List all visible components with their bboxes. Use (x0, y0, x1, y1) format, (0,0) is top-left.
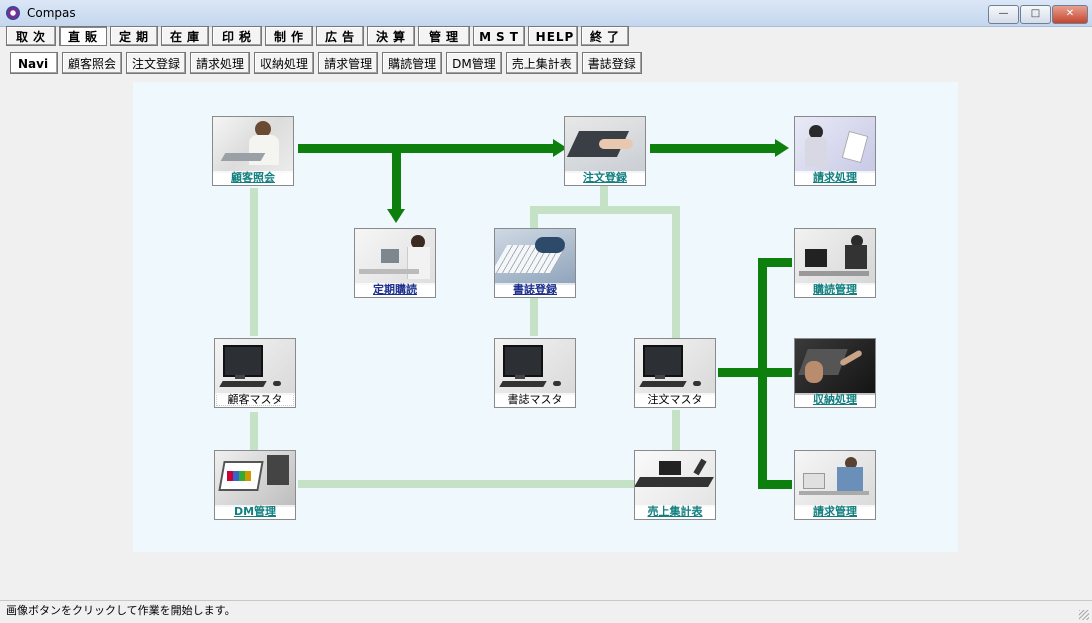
subtab-navi[interactable]: Navi (10, 52, 58, 74)
flow-line (718, 368, 792, 377)
connector-line (672, 206, 680, 338)
subtab-reading-mgmt[interactable]: 購読管理 (382, 52, 443, 74)
subtab-billing-mgmt[interactable]: 請求管理 (318, 52, 379, 74)
nav-book-master-label: 書誌マスタ (495, 393, 575, 407)
menu-help-button[interactable]: HELP (528, 26, 578, 46)
nav-book-entry-label: 書誌登録 (495, 283, 575, 297)
nav-billing-mgmt-button[interactable]: 請求管理 (794, 450, 876, 520)
subtab-payment-process[interactable]: 収納処理 (254, 52, 315, 74)
writing-hand-icon (795, 339, 875, 395)
menu-toritsugi-button[interactable]: 取次 (6, 26, 56, 46)
desktop-computer-icon (495, 339, 575, 395)
desktop-computer-icon (635, 339, 715, 395)
app-logo-icon (6, 6, 20, 20)
navigation-canvas: 顧客照会 注文登録 請求処理 定期購読 書誌登録 購読管理 顧客マスタ 書誌マス… (133, 82, 958, 552)
nav-book-master-button[interactable]: 書誌マスタ (494, 338, 576, 408)
nav-dm-mgmt-button[interactable]: DM管理 (214, 450, 296, 520)
subtab-dm-mgmt[interactable]: DM管理 (446, 52, 502, 74)
menu-exit-button[interactable]: 終了 (581, 26, 629, 46)
connector-line (530, 206, 680, 214)
subtab-order-entry[interactable]: 注文登録 (126, 52, 187, 74)
flow-arrow-line (392, 144, 401, 210)
nav-customer-master-button[interactable]: 顧客マスタ (214, 338, 296, 408)
main-menu-bar: 取次 直販 定期 在庫 印税 制作 広告 決算 管理 MST HELP 終了 (6, 26, 632, 48)
nav-order-entry-button[interactable]: 注文登録 (564, 116, 646, 186)
connector-line (298, 480, 634, 488)
menu-teiki-button[interactable]: 定期 (110, 26, 158, 46)
nav-payment-process-button[interactable]: 収納処理 (794, 338, 876, 408)
woman-with-documents-icon (795, 117, 875, 173)
status-bar: 画像ボタンをクリックして作業を開始します。 (0, 600, 1092, 623)
connector-line (530, 298, 538, 336)
menu-seisaku-button[interactable]: 制作 (265, 26, 313, 46)
nav-billing-process-label: 請求処理 (795, 171, 875, 185)
connector-line (600, 186, 608, 208)
subtab-book-entry[interactable]: 書誌登録 (581, 52, 642, 74)
woman-at-desk-icon (355, 229, 435, 285)
connector-line (250, 188, 258, 336)
connector-line (250, 412, 258, 450)
typing-hands-icon (565, 117, 645, 173)
chart-laptop-icon (215, 451, 295, 507)
nav-book-entry-button[interactable]: 書誌登録 (494, 228, 576, 298)
subtab-billing-process[interactable]: 請求処理 (190, 52, 251, 74)
nav-billing-mgmt-label: 請求管理 (795, 505, 875, 519)
menu-kanri-button[interactable]: 管理 (418, 26, 470, 46)
connector-line (530, 206, 538, 228)
flow-line (758, 258, 792, 267)
nav-customer-inquiry-button[interactable]: 顧客照会 (212, 116, 294, 186)
sub-menu-bar: Navi 顧客照会 注文登録 請求処理 収納処理 請求管理 購読管理 DM管理 … (10, 52, 646, 76)
woman-on-phone-icon (213, 117, 293, 173)
subtab-customer-inquiry[interactable]: 顧客照会 (62, 52, 123, 74)
connector-line (672, 410, 680, 450)
nav-sales-summary-label: 売上集計表 (635, 505, 715, 519)
flow-line (758, 258, 767, 489)
nav-payment-process-label: 収納処理 (795, 393, 875, 407)
menu-chokuhan-button[interactable]: 直販 (59, 26, 107, 46)
man-on-phone-icon (795, 451, 875, 507)
minimize-button[interactable]: — (988, 5, 1019, 24)
close-button[interactable]: ✕ (1052, 5, 1088, 24)
menu-kessan-button[interactable]: 決算 (367, 26, 415, 46)
laptop-on-table-icon (635, 451, 715, 507)
nav-reading-mgmt-button[interactable]: 購読管理 (794, 228, 876, 298)
desktop-computer-icon (215, 339, 295, 395)
nav-order-entry-label: 注文登録 (565, 171, 645, 185)
nav-dm-mgmt-label: DM管理 (215, 505, 295, 519)
nav-subscription-button[interactable]: 定期購読 (354, 228, 436, 298)
flow-arrow-head (387, 209, 405, 223)
nav-sales-summary-button[interactable]: 売上集計表 (634, 450, 716, 520)
nav-customer-master-label: 顧客マスタ (215, 393, 295, 407)
menu-zaiko-button[interactable]: 在庫 (161, 26, 209, 46)
title-bar: Compas — □ ✕ (0, 0, 1092, 27)
nav-order-master-button[interactable]: 注文マスタ (634, 338, 716, 408)
keyboard-typing-icon (495, 229, 575, 285)
nav-reading-mgmt-label: 購読管理 (795, 283, 875, 297)
flow-arrow-head (775, 139, 789, 157)
nav-subscription-label: 定期購読 (355, 283, 435, 297)
maximize-button[interactable]: □ (1020, 5, 1051, 24)
nav-order-master-label: 注文マスタ (635, 393, 715, 407)
flow-arrow-line (650, 144, 776, 153)
subtab-sales-summary[interactable]: 売上集計表 (505, 52, 578, 74)
man-at-computer-icon (795, 229, 875, 285)
nav-customer-inquiry-label: 顧客照会 (213, 171, 293, 185)
menu-koukoku-button[interactable]: 広告 (316, 26, 364, 46)
menu-inzei-button[interactable]: 印税 (212, 26, 262, 46)
nav-billing-process-button[interactable]: 請求処理 (794, 116, 876, 186)
flow-line (758, 480, 792, 489)
status-message: 画像ボタンをクリックして作業を開始します。 (6, 604, 236, 617)
menu-mst-button[interactable]: MST (473, 26, 525, 46)
resize-grip-icon[interactable] (1079, 610, 1089, 620)
flow-arrow-line (298, 144, 554, 153)
window-title: Compas (27, 6, 76, 20)
